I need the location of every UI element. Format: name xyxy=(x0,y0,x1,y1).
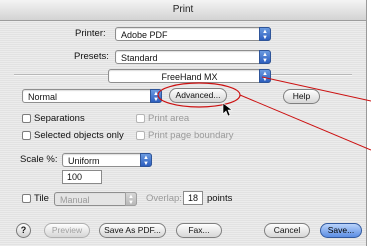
popup-arrows-icon: ▲ ▼ xyxy=(150,89,162,103)
scale-percent-field[interactable]: 100 xyxy=(62,170,102,184)
printer-select[interactable]: Adobe PDF ▲ ▼ xyxy=(115,27,271,41)
scale-mode-value: Uniform xyxy=(68,156,100,166)
overlap-label: Overlap: xyxy=(146,193,182,204)
print-area-label: Print area xyxy=(148,113,190,124)
tile-mode-value: Manual xyxy=(60,195,90,205)
tile-checkbox[interactable] xyxy=(22,194,31,203)
scale-mode-select[interactable]: Uniform ▲ ▼ xyxy=(62,153,152,167)
preview-button[interactable]: Preview xyxy=(44,223,90,238)
presets-select[interactable]: Standard ▲ ▼ xyxy=(115,50,271,64)
popup-arrows-icon: ▲ ▼ xyxy=(259,69,271,83)
print-dialog: Print Printer: Adobe PDF ▲ ▼ Presets: Sta… xyxy=(0,0,367,246)
dialog-title: Print xyxy=(0,0,366,21)
popup-arrows-icon: ▲ ▼ xyxy=(125,192,137,206)
save-as-pdf-button[interactable]: Save As PDF... xyxy=(99,223,166,238)
tile-label: Tile xyxy=(34,193,49,204)
popup-arrows-icon: ▲ ▼ xyxy=(259,27,271,41)
mode-select-value: Normal xyxy=(28,92,58,102)
tile-mode-select[interactable]: Manual ▲ ▼ xyxy=(54,192,137,206)
popup-arrows-icon: ▲ ▼ xyxy=(140,153,152,167)
separations-label: Separations xyxy=(34,113,85,124)
printer-label: Printer: xyxy=(75,28,106,39)
save-button[interactable]: Save... xyxy=(320,223,362,238)
printer-select-value: Adobe PDF xyxy=(121,30,168,40)
selected-objects-checkbox[interactable] xyxy=(22,131,31,140)
panel-select-value: FreeHand MX xyxy=(161,72,218,82)
overlap-unit: points xyxy=(207,193,233,204)
separations-checkbox[interactable] xyxy=(22,114,31,123)
overlap-field[interactable]: 18 xyxy=(183,191,203,205)
popup-arrows-icon: ▲ ▼ xyxy=(259,50,271,64)
print-page-boundary-checkbox[interactable] xyxy=(136,131,145,140)
mode-select[interactable]: Normal ▲ ▼ xyxy=(22,89,162,103)
fax-button[interactable]: Fax... xyxy=(176,223,222,238)
print-page-boundary-label: Print page boundary xyxy=(148,130,234,141)
help-button[interactable]: Help xyxy=(283,89,320,104)
cancel-button[interactable]: Cancel xyxy=(264,223,310,238)
help-circle-icon[interactable]: ? xyxy=(16,223,31,238)
panel-select[interactable]: FreeHand MX ▲ ▼ xyxy=(108,69,271,83)
advanced-button[interactable]: Advanced... xyxy=(169,88,227,103)
presets-select-value: Standard xyxy=(121,53,158,63)
scale-label: Scale %: xyxy=(20,154,58,165)
selected-objects-label: Selected objects only xyxy=(34,130,124,141)
presets-label: Presets: xyxy=(74,51,109,62)
print-area-checkbox[interactable] xyxy=(136,114,145,123)
